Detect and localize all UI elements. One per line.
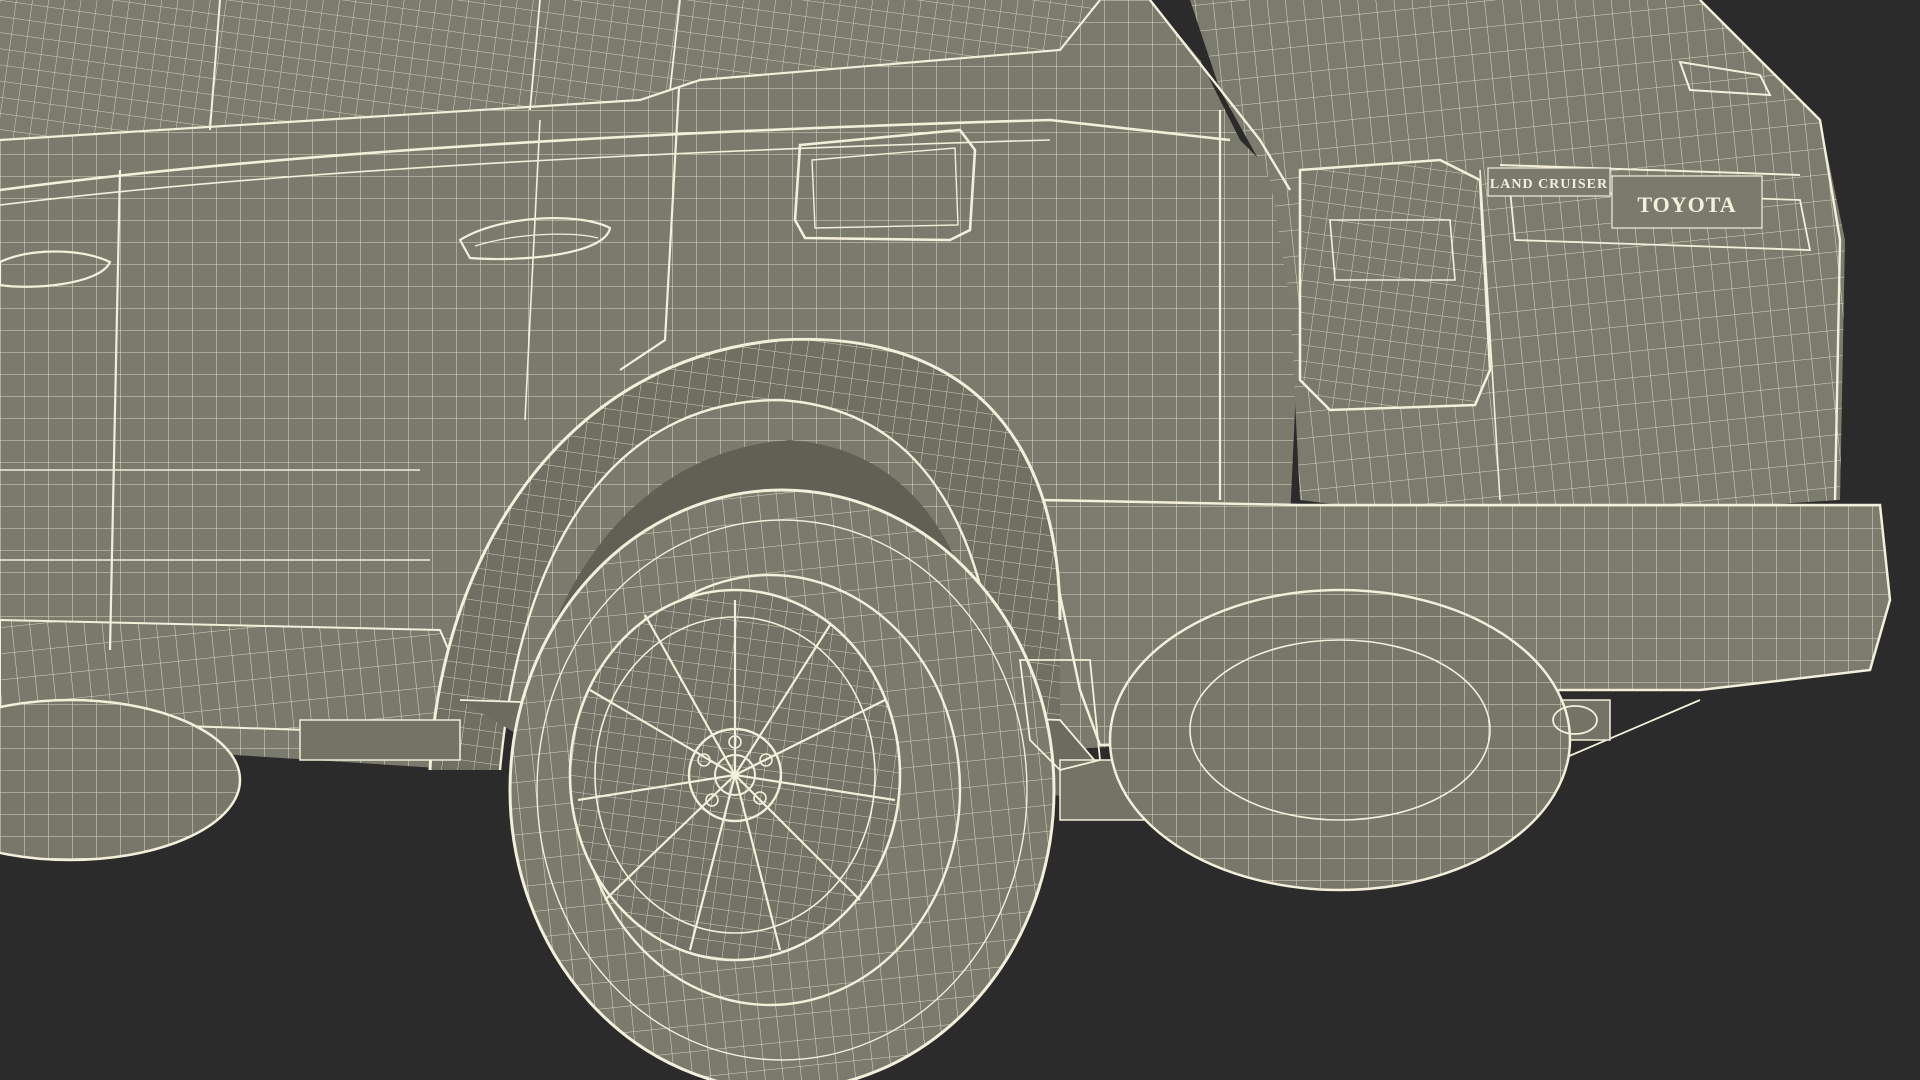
toyota-badge-text: TOYOTA <box>1637 192 1736 217</box>
land-cruiser-badge: LAND CRUISER <box>1487 167 1611 197</box>
rear-wheel-right <box>1108 588 1572 892</box>
wheel-rim <box>568 588 902 962</box>
wireframe-render: LAND CRUISER TOYOTA <box>0 0 1892 1080</box>
land-cruiser-badge-text: LAND CRUISER <box>1490 177 1608 192</box>
wireframe-viewport: LAND CRUISER TOYOTA <box>0 0 1920 1080</box>
main-wheel <box>508 488 1056 1080</box>
toyota-badge: TOYOTA <box>1611 175 1763 229</box>
